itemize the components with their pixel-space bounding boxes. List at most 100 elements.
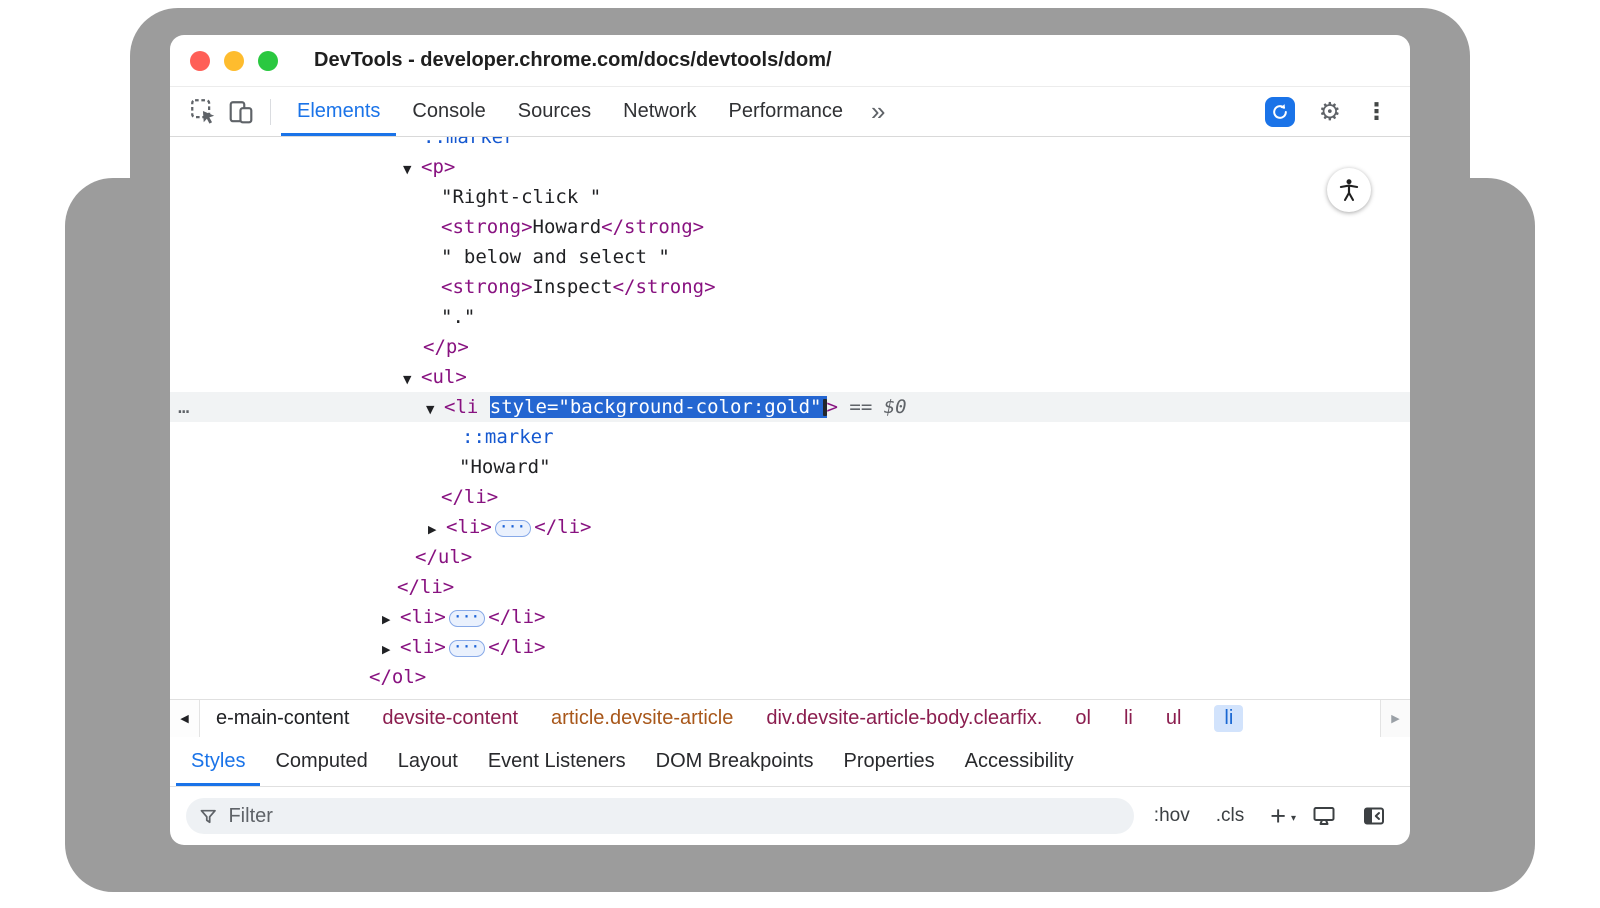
breadcrumb-bar: ◀ e-main-content devsite-content article.d… (170, 699, 1410, 737)
panel-tab-properties[interactable]: Properties (829, 737, 950, 786)
tab-performance[interactable]: Performance (713, 87, 860, 136)
token-text: Howard (533, 216, 602, 238)
tree-row[interactable]: <strong>Inspect</strong> (170, 272, 1410, 302)
row-actions-icon[interactable]: … (178, 392, 190, 422)
tree-row[interactable]: "Howard" (170, 452, 1410, 482)
styles-filter-field[interactable] (186, 798, 1134, 834)
tree-row[interactable]: <strong>Howard</strong> (170, 212, 1410, 242)
minimize-button[interactable] (224, 51, 244, 71)
element-classes-button[interactable]: .cls (1216, 805, 1245, 827)
breadcrumb-scroll-left[interactable]: ◀ (170, 700, 200, 737)
tree-row[interactable]: </ol> (170, 662, 1410, 692)
refresh-badge-icon[interactable] (1265, 97, 1295, 127)
tab-network[interactable]: Network (607, 87, 712, 136)
token-dollar: $0 (884, 396, 907, 418)
tree-row[interactable]: ::marker (170, 422, 1410, 452)
inspect-element-icon[interactable] (188, 97, 218, 127)
expand-arrow-icon[interactable]: ▶ (382, 635, 400, 665)
tree-row[interactable]: ▼<p> (170, 152, 1410, 182)
devtools-toolbar: ElementsConsoleSourcesNetworkPerformance… (170, 87, 1410, 137)
titlebar: DevTools - developer.chrome.com/docs/dev… (170, 35, 1410, 87)
token-tag: </ul> (415, 546, 472, 568)
zoom-button[interactable] (258, 51, 278, 71)
tree-row[interactable]: ▼<ul> (170, 362, 1410, 392)
close-button[interactable] (190, 51, 210, 71)
devtools-window: DevTools - developer.chrome.com/docs/dev… (170, 35, 1410, 845)
tree-row[interactable]: …▼<li style="background-color:gold"> == … (170, 392, 1410, 422)
token-tag: <li> (400, 636, 446, 658)
collapse-arrow-icon[interactable]: ▼ (426, 395, 444, 425)
token-tag: > (827, 396, 838, 418)
panel-tab-dom-breakpoints[interactable]: DOM Breakpoints (641, 737, 829, 786)
inspect-cursor-icon (190, 98, 217, 125)
more-tabs-icon[interactable]: » (859, 96, 897, 127)
panel-tab-computed[interactable]: Computed (260, 737, 382, 786)
tree-row[interactable]: ::marker (170, 137, 1410, 152)
breadcrumb-item-div-devsite-article-body-clearfix[interactable]: div.devsite-article-body.clearfix. (766, 707, 1042, 730)
elements-panel: ::marker▼<p>"Right-click "<strong>Howard… (170, 137, 1410, 699)
collapse-arrow-icon[interactable]: ▼ (403, 365, 421, 395)
breadcrumb-item-devsite-content[interactable]: devsite-content (382, 707, 518, 730)
token-tag: </li> (534, 516, 591, 538)
token-tag: <li> (400, 606, 446, 628)
token-tag: <li (444, 396, 490, 418)
token-tag: </strong> (613, 276, 716, 298)
token-pseudo: ::marker (423, 137, 515, 148)
breadcrumb-item-li[interactable]: li (1214, 705, 1243, 732)
token-tag: </p> (423, 336, 469, 358)
tree-row[interactable]: "Right-click " (170, 182, 1410, 212)
token-tag: <strong> (441, 216, 533, 238)
token-sel[interactable]: style="background-color:gold" (490, 396, 827, 418)
tree-row[interactable]: ▶<li>···</li> (170, 632, 1410, 662)
token-tag: </strong> (601, 216, 704, 238)
token-tag: </li> (441, 486, 498, 508)
toggle-element-state-button[interactable]: :hov (1154, 805, 1190, 827)
breadcrumb-item-ul[interactable]: ul (1166, 707, 1182, 730)
filter-funnel-icon (200, 809, 216, 824)
tree-row[interactable]: " below and select " (170, 242, 1410, 272)
collapsed-content-icon[interactable]: ··· (449, 610, 485, 627)
settings-gear-icon[interactable]: ⚙ (1319, 97, 1341, 126)
tree-row[interactable]: </li> (170, 572, 1410, 602)
dom-tree-rows: ::marker▼<p>"Right-click "<strong>Howard… (170, 137, 1410, 692)
tab-elements[interactable]: Elements (281, 87, 396, 136)
token-tag: </li> (488, 636, 545, 658)
panel-tab-accessibility[interactable]: Accessibility (950, 737, 1089, 786)
tree-row[interactable]: ▶<li>···</li> (170, 602, 1410, 632)
tree-row[interactable]: ▶<li>···</li> (170, 512, 1410, 542)
token-text: "Howard" (459, 456, 551, 478)
panel-tab-layout[interactable]: Layout (383, 737, 473, 786)
expand-arrow-icon[interactable]: ▶ (428, 515, 446, 545)
breadcrumb-item-article-devsite-article[interactable]: article.devsite-article (551, 707, 733, 730)
accessibility-button[interactable] (1327, 168, 1371, 212)
device-screens-icon (228, 99, 254, 125)
token-tag: </li> (397, 576, 454, 598)
rendering-monitor-icon[interactable] (1312, 804, 1336, 828)
new-style-rule-button[interactable]: +▾ (1270, 806, 1286, 826)
device-toolbar-icon[interactable] (226, 97, 256, 127)
breadcrumb-scroll-right[interactable]: ▶ (1380, 700, 1410, 737)
toolbar-divider (270, 99, 271, 125)
expand-arrow-icon[interactable]: ▶ (382, 605, 400, 635)
breadcrumb-item-e-main-content[interactable]: e-main-content (216, 707, 349, 730)
tree-row[interactable]: </p> (170, 332, 1410, 362)
caret-down-icon: ▾ (1291, 809, 1296, 829)
collapsed-content-icon[interactable]: ··· (495, 520, 531, 537)
tree-row[interactable]: </li> (170, 482, 1410, 512)
tab-sources[interactable]: Sources (502, 87, 607, 136)
toggle-sidebar-icon[interactable] (1362, 804, 1386, 828)
tab-console[interactable]: Console (396, 87, 501, 136)
collapsed-content-icon[interactable]: ··· (449, 640, 485, 657)
panel-tab-styles[interactable]: Styles (176, 737, 260, 786)
tree-row[interactable]: </ul> (170, 542, 1410, 572)
panel-tab-event-listeners[interactable]: Event Listeners (473, 737, 641, 786)
kebab-menu-icon[interactable]: ⋮ (1365, 99, 1388, 125)
token-tag: <strong> (441, 276, 533, 298)
token-pseudo: ::marker (462, 426, 554, 448)
token-tag: <p> (421, 156, 455, 178)
filter-input[interactable] (228, 805, 1120, 828)
breadcrumb-item-ol[interactable]: ol (1075, 707, 1091, 730)
collapse-arrow-icon[interactable]: ▼ (403, 155, 421, 185)
breadcrumb-item-li[interactable]: li (1124, 707, 1133, 730)
tree-row[interactable]: "." (170, 302, 1410, 332)
